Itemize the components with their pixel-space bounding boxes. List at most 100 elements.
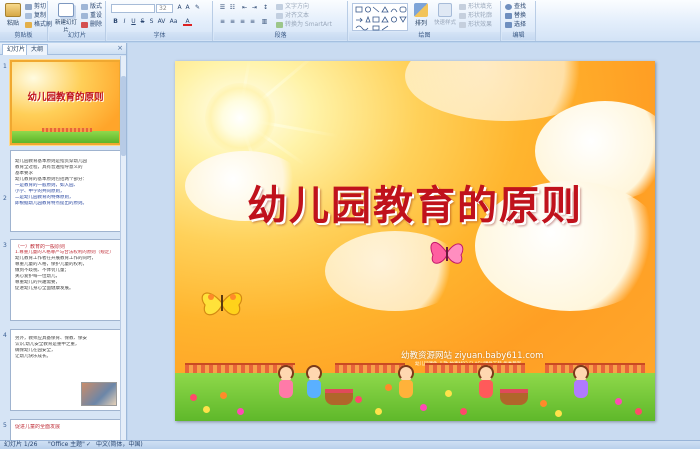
fill-bucket-icon xyxy=(459,3,466,10)
thumbnail-text-line: 让幼儿快乐成长。 xyxy=(15,354,51,359)
align-left-icon[interactable]: ≡ xyxy=(218,18,227,26)
slide-thumbnail-4[interactable]: 另外，教师应具备保育、保教、保安 认识,幼儿安全教育是重中之重， 确保幼儿在园安… xyxy=(10,329,121,411)
slide-editor: 幼儿园教育的原则 幼教资源网站 ziyuan.baby611.com 幼儿园课件… xyxy=(128,43,700,440)
thumbnail-text-line: 即根据幼儿园教育特点提出的原则。 xyxy=(15,201,87,206)
replace-button[interactable]: 替换 xyxy=(505,12,526,20)
paste-icon xyxy=(5,3,21,17)
bullets-icon[interactable]: ☰ xyxy=(218,4,227,12)
find-icon xyxy=(505,3,512,10)
shape-effects-button[interactable]: 形状效果 xyxy=(459,21,492,29)
slide-thumbnail-3[interactable]: （一）教育的一般原则 1.尊重儿童的人格尊严与合法权利的原则（规定） 幼儿教育工… xyxy=(10,239,121,321)
font-label: 字体 xyxy=(107,32,212,40)
brush-icon xyxy=(25,21,32,28)
arrange-button[interactable]: 排列 xyxy=(411,3,431,27)
increase-indent-icon[interactable]: ⇥ xyxy=(250,4,259,12)
underline-icon[interactable]: U xyxy=(129,18,138,26)
spacing-icon[interactable]: AV xyxy=(157,18,166,26)
case-icon[interactable]: Aa xyxy=(169,18,178,26)
find-button[interactable]: 查找 xyxy=(505,3,526,11)
align-right-icon[interactable]: ≡ xyxy=(238,18,247,26)
child-figure xyxy=(570,365,592,405)
decrease-indent-icon[interactable]: ⇤ xyxy=(240,4,249,12)
format-painter-button[interactable]: 格式刷 xyxy=(25,21,52,29)
thumbnail-number: 3 xyxy=(3,242,7,249)
sun xyxy=(205,83,275,153)
flower xyxy=(385,384,392,391)
quick-styles-button[interactable]: 快速样式 xyxy=(433,3,457,26)
font-name-input[interactable] xyxy=(111,4,155,13)
slide-thumbnail-2[interactable]: 幼儿园教育基本原则是指贯穿幼儿园 教育全过程，具有普遍指导意义的 基本要求 幼儿… xyxy=(10,150,121,232)
slide-title[interactable]: 幼儿园教育的原则 xyxy=(175,173,655,231)
layout-icon xyxy=(81,3,88,10)
child-figure xyxy=(475,365,497,405)
delete-button[interactable]: 删除 xyxy=(81,21,102,29)
reset-button[interactable]: 重设 xyxy=(81,12,102,20)
clear-format-icon[interactable]: ✎ xyxy=(193,4,202,12)
shrink-font-icon[interactable]: A xyxy=(183,4,192,12)
reset-icon xyxy=(81,12,88,19)
justify-icon[interactable]: ≡ xyxy=(248,18,257,26)
spell-check-icon[interactable]: ✓ xyxy=(86,441,91,449)
smartart-button[interactable]: 转换为 SmartArt xyxy=(276,21,332,29)
line-spacing-icon[interactable]: ↕ xyxy=(261,4,270,12)
thumbnail-ground xyxy=(12,131,119,143)
strikethrough-icon[interactable]: S xyxy=(138,18,147,26)
flower xyxy=(355,396,362,403)
font-color-icon[interactable]: A xyxy=(183,18,192,26)
slide-thumbnail-5[interactable]: 促进儿童的全面发展 xyxy=(10,419,121,441)
child-figure xyxy=(395,365,417,405)
align-center-icon[interactable]: ≡ xyxy=(228,18,237,26)
slide-count: 幻灯片 1/26 xyxy=(4,441,38,448)
flower-basket xyxy=(325,389,353,405)
delete-icon xyxy=(81,21,88,28)
text-direction-button[interactable]: 文字方向 xyxy=(276,3,309,11)
flower xyxy=(375,408,382,415)
bold-icon[interactable]: B xyxy=(111,18,120,26)
flower xyxy=(445,390,452,397)
italic-icon[interactable]: I xyxy=(120,18,129,26)
align-text-icon xyxy=(276,12,283,19)
font-group: 32 A A ✎ B I U S S AV Aa A 字体 xyxy=(107,1,213,41)
shadow-icon[interactable]: S xyxy=(147,18,156,26)
text-direction-icon xyxy=(276,3,283,10)
flower xyxy=(540,400,547,407)
slides-pane: 幻灯片 大纲 × 1 幼儿园教育的原则 2 幼儿园教育基本原则是指贯穿幼儿园 教… xyxy=(0,43,127,441)
layout-button[interactable]: 版式 xyxy=(81,3,102,11)
shape-outline-button[interactable]: 形状轮廓 xyxy=(459,12,492,20)
align-text-button[interactable]: 对齐文本 xyxy=(276,12,309,20)
flower xyxy=(420,404,427,411)
thumbnail-fence xyxy=(42,128,92,132)
copy-button[interactable]: 复制 xyxy=(25,12,46,20)
editing-group: 查找 替换 选择 编辑 xyxy=(502,1,536,41)
slide-thumbnail-1[interactable]: 幼儿园教育的原则 xyxy=(10,60,121,145)
scrollbar-thumb[interactable] xyxy=(121,76,126,156)
editing-label: 编辑 xyxy=(502,32,535,40)
language-indicator[interactable]: 中文(简体，中国) xyxy=(96,441,143,449)
scissors-icon xyxy=(25,3,32,10)
shapes-gallery[interactable] xyxy=(352,3,408,31)
pane-tabs: 幻灯片 大纲 × xyxy=(0,43,126,55)
theme-name: "Office 主题" xyxy=(48,441,85,448)
select-button[interactable]: 选择 xyxy=(505,21,526,29)
drawing-label: 绘图 xyxy=(349,32,500,40)
new-slide-button[interactable]: 新建幻灯片 xyxy=(53,3,79,34)
pane-scrollbar[interactable] xyxy=(120,56,126,440)
paste-button[interactable]: 粘贴 xyxy=(2,3,24,27)
thumbnail-number: 2 xyxy=(3,195,7,202)
flower xyxy=(635,408,642,415)
flower xyxy=(203,406,210,413)
close-icon[interactable]: × xyxy=(117,44,123,52)
columns-icon[interactable]: ▥ xyxy=(260,18,269,26)
smartart-icon xyxy=(276,21,283,28)
shape-fill-button[interactable]: 形状填充 xyxy=(459,3,492,11)
paragraph-label: 段落 xyxy=(214,32,347,40)
numbering-icon[interactable]: ☷ xyxy=(228,4,237,12)
cut-button[interactable]: 剪切 xyxy=(25,3,46,11)
font-size-input[interactable]: 32 xyxy=(156,4,173,13)
outline-pen-icon xyxy=(459,12,466,19)
slide-canvas[interactable]: 幼儿园教育的原则 幼教资源网站 ziyuan.baby611.com 幼儿园课件… xyxy=(175,61,655,421)
tab-outline[interactable]: 大纲 xyxy=(26,44,49,55)
butterfly-yellow xyxy=(201,292,243,316)
clipboard-group: 粘贴 剪切 复制 格式刷 剪贴板 xyxy=(0,1,52,41)
effects-icon xyxy=(459,21,466,28)
